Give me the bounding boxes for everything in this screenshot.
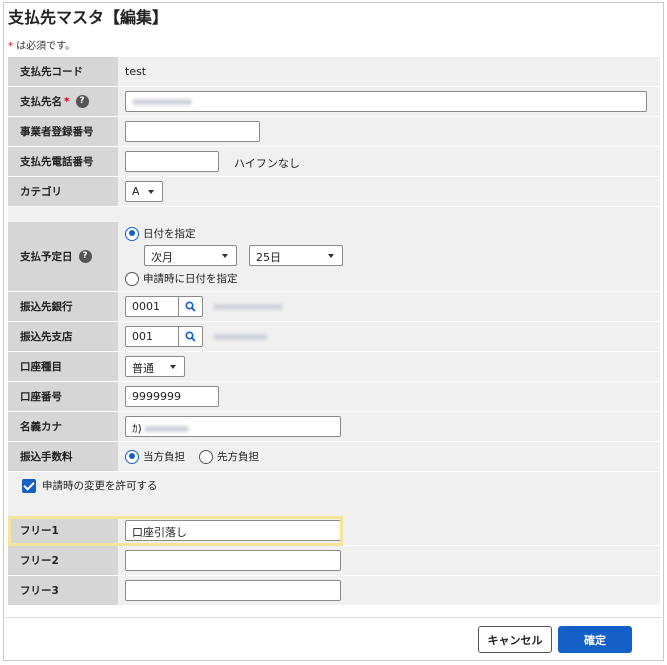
payee-code-label: 支払先コード [8,57,118,86]
payee-name-input[interactable] [125,91,647,112]
radio-unselected-icon [125,271,139,286]
row-free-3: フリー3 [8,576,660,606]
branch-code-input[interactable]: 001 [125,326,179,347]
holder-kana-prefix: ｶ) [132,422,142,435]
radio-fee-theirs[interactable]: 先方負担 [199,449,259,464]
cancel-button[interactable]: キャンセル [478,626,552,653]
row-holder-kana: 名義カナ ｶ) [8,412,660,442]
row-account-type: 口座種目 普通 [8,352,660,382]
phone-hint: ハイフンなし [234,157,300,170]
row-payee-name: 支払先名 *? [8,87,660,117]
payee-name-label-text: 支払先名 [20,96,62,108]
account-type-selected: 普通 [132,362,154,375]
chevron-down-icon [328,254,334,258]
radio-selected-icon [125,226,139,241]
row-category: カテゴリ A [8,177,660,207]
radio-specify-date[interactable]: 日付を指定 [125,226,196,241]
help-icon[interactable]: ? [78,250,92,263]
footer-divider [3,617,664,618]
help-icon[interactable]: ? [75,95,89,108]
chevron-down-icon [148,190,154,194]
redacted-text [143,426,189,432]
row-transfer-fee: 振込手数料 当方負担 先方負担 [8,442,660,472]
free-1-input[interactable]: 口座引落し [125,520,341,541]
search-icon [185,301,196,312]
free-3-label: フリー3 [8,576,118,605]
redacted-text [132,99,192,105]
page-title: 支払先マスタ【編集】 [8,8,169,27]
free-1-label: フリー1 [8,516,118,545]
required-note: * は必須です。 [8,37,75,52]
row-payee-code: 支払先コード test [8,57,660,87]
allow-change-checkbox[interactable]: 申請時の変更を許可する [22,478,158,493]
bank-label: 振込先銀行 [8,292,118,321]
free-3-input[interactable] [125,580,341,601]
specify-date-label: 日付を指定 [143,228,196,240]
category-selected: A [132,185,140,198]
account-type-label: 口座種目 [8,352,118,381]
search-icon [185,331,196,342]
required-note-text: は必須です。 [13,41,76,52]
radio-date-on-apply[interactable]: 申請時に日付を指定 [125,271,238,286]
registration-number-label: 事業者登録番号 [8,117,118,146]
registration-number-input[interactable] [125,121,260,142]
checkbox-checked-icon [22,478,36,493]
branch-label: 振込先支店 [8,322,118,351]
free-2-input[interactable] [125,550,341,571]
month-select[interactable]: 次月 [144,245,237,266]
radio-unselected-icon [199,449,213,464]
fee-theirs-label: 先方負担 [217,451,259,463]
bank-name-redacted [213,304,283,310]
radio-fee-ours[interactable]: 当方負担 [125,449,185,464]
free-2-label: フリー2 [8,546,118,575]
account-type-select[interactable]: 普通 [125,356,185,377]
bank-code-input[interactable]: 0001 [125,296,179,317]
chevron-down-icon [170,365,176,369]
row-account-number: 口座番号 9999999 [8,382,660,412]
required-asterisk: * [64,95,70,108]
date-on-apply-label: 申請時に日付を指定 [143,273,238,285]
branch-search-button[interactable] [179,326,203,347]
payee-name-label: 支払先名 *? [8,87,118,116]
category-select[interactable]: A [125,181,163,202]
account-number-label: 口座番号 [8,382,118,411]
confirm-button[interactable]: 確定 [558,626,632,653]
row-free-2: フリー2 [8,546,660,576]
transfer-fee-label: 振込手数料 [8,442,118,471]
holder-kana-label: 名義カナ [8,412,118,441]
row-registration-number: 事業者登録番号 [8,117,660,147]
account-number-input[interactable]: 9999999 [125,386,219,407]
month-selected: 次月 [151,251,173,264]
day-selected: 25日 [256,251,281,264]
bank-search-button[interactable] [179,296,203,317]
row-phone: 支払先電話番号 ハイフンなし [8,147,660,177]
row-bank: 振込先銀行 0001 [8,292,660,322]
payment-date-label: 支払予定日? [8,222,118,291]
row-branch: 振込先支店 001 [8,322,660,352]
category-label: カテゴリ [8,177,118,206]
row-free-1: フリー1 口座引落し [8,516,660,546]
payee-code-value: test [125,65,147,78]
chevron-down-icon [222,254,228,258]
allow-change-label: 申請時の変更を許可する [42,480,158,492]
row-payment-date: 支払予定日? 日付を指定 次月 25日 申請時に日付を指定 [8,222,660,292]
phone-input[interactable] [125,151,219,172]
section-gap [8,207,660,222]
holder-kana-input[interactable]: ｶ) [125,416,341,437]
radio-selected-icon [125,449,139,464]
fee-ours-label: 当方負担 [143,451,185,463]
phone-label: 支払先電話番号 [8,147,118,176]
branch-name-redacted [213,334,268,340]
day-select[interactable]: 25日 [249,245,343,266]
payment-date-label-text: 支払予定日 [20,251,73,263]
